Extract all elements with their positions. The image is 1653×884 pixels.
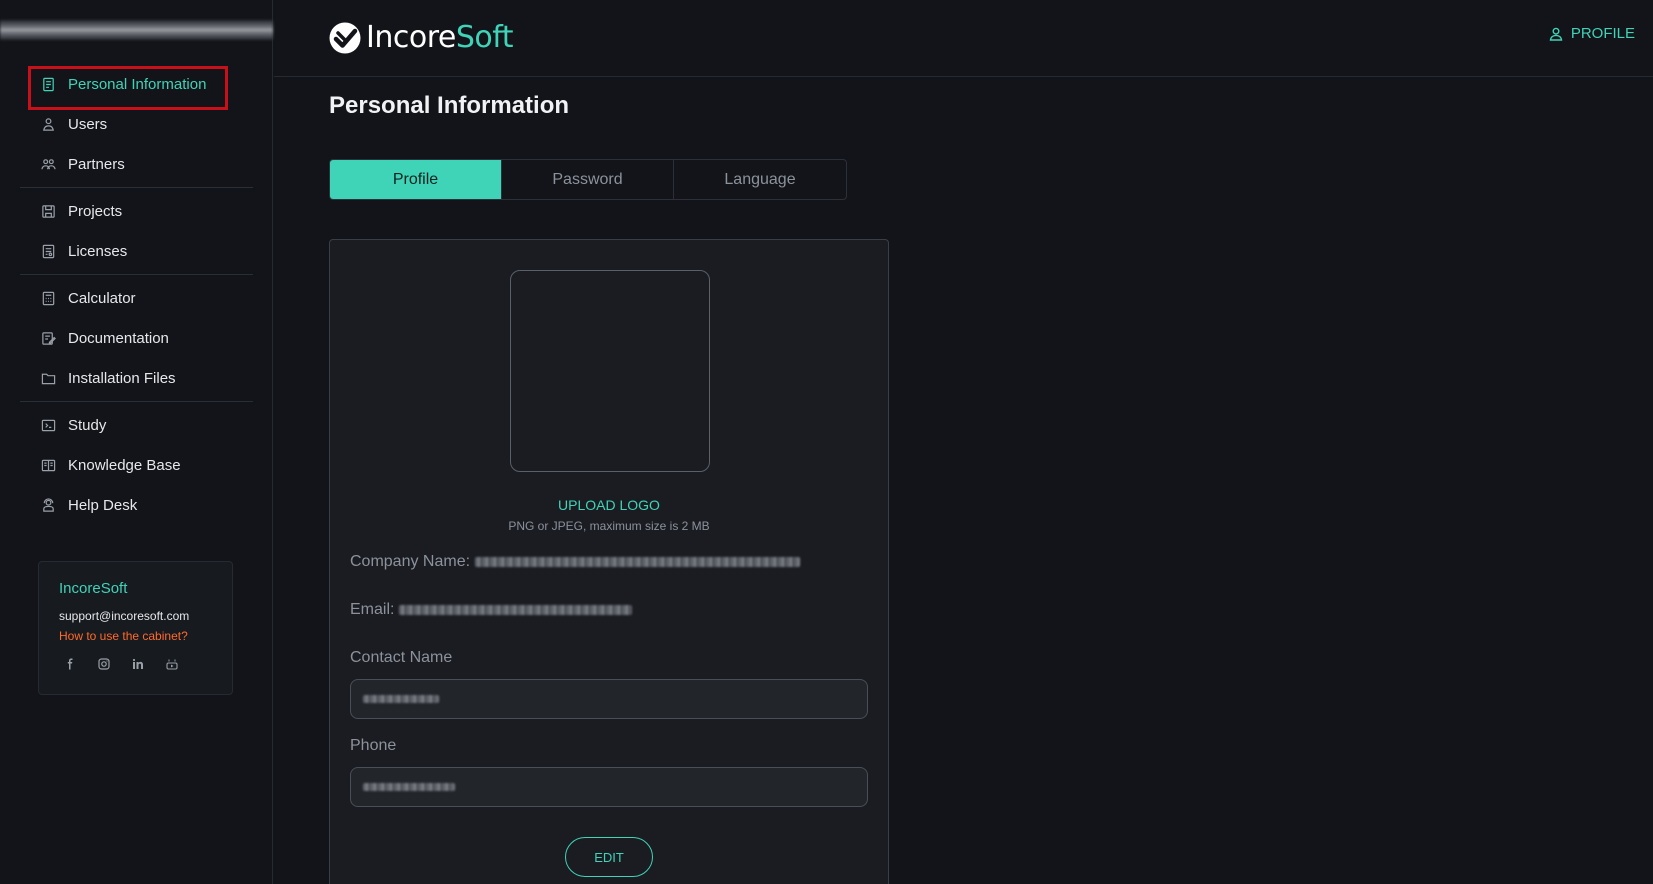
company-name-label: Company Name: <box>350 553 471 570</box>
phone-input[interactable] <box>350 767 868 807</box>
sidebar-item-calculator[interactable]: Calculator <box>20 278 253 318</box>
user-icon <box>1549 27 1563 41</box>
page-title: Personal Information <box>329 92 570 119</box>
profile-card: UPLOAD LOGO PNG or JPEG, maximum size is… <box>329 239 889 884</box>
logo-text-incore: Incore <box>366 20 456 55</box>
logo-text: IncoreSoft <box>366 20 514 55</box>
sidebar-item-users[interactable]: Users <box>20 104 253 144</box>
sidebar-item-label: Partners <box>68 155 125 173</box>
sidebar-item-knowledge-base[interactable]: Knowledge Base <box>20 445 253 485</box>
profile-button[interactable]: PROFILE <box>1549 25 1635 42</box>
sidebar-item-label: Installation Files <box>68 369 176 387</box>
folder-icon <box>40 370 56 386</box>
contact-name-value-redacted <box>363 695 439 703</box>
partners-icon <box>40 156 56 172</box>
sidebar-item-label: Calculator <box>68 289 136 307</box>
sidebar-item-projects[interactable]: Projects <box>20 191 253 231</box>
tab-password[interactable]: Password <box>502 160 674 199</box>
company-name-value-redacted <box>475 557 801 567</box>
sidebar-item-personal-information[interactable]: Personal Information <box>20 64 253 110</box>
sidebar-item-label: Help Desk <box>68 496 138 514</box>
upload-logo-button[interactable]: UPLOAD LOGO <box>330 497 888 513</box>
sidebar-item-study[interactable]: Study <box>20 405 253 445</box>
email-row: Email: <box>350 601 633 619</box>
sidebar-nav: Personal Information Users Partners Project… <box>20 64 253 525</box>
study-icon <box>40 417 56 433</box>
sidebar-item-label: Users <box>68 115 108 133</box>
personal-info-icon <box>40 76 56 92</box>
sidebar-item-installation-files[interactable]: Installation Files <box>20 358 253 398</box>
licenses-icon <box>40 243 56 259</box>
contact-name-input[interactable] <box>350 679 868 719</box>
youtube-icon[interactable] <box>165 657 179 671</box>
sidebar-item-label: Documentation <box>68 329 169 347</box>
calculator-icon <box>40 290 56 306</box>
sidebar-divider <box>20 401 253 402</box>
projects-icon <box>40 203 56 219</box>
sidebar-item-documentation[interactable]: Documentation <box>20 318 253 358</box>
sidebar: Personal Information Users Partners Project… <box>0 0 273 884</box>
contact-card: IncoreSoft support@incoresoft.com How to… <box>38 561 233 695</box>
tab-profile[interactable]: Profile <box>330 160 502 199</box>
sidebar-item-licenses[interactable]: Licenses <box>20 231 253 271</box>
logo-mark-icon <box>329 22 361 53</box>
settings-tabs: Profile Password Language <box>329 159 847 200</box>
phone-label: Phone <box>350 737 397 754</box>
sidebar-item-label: Knowledge Base <box>68 456 181 474</box>
contact-name-label: Contact Name <box>350 649 453 666</box>
social-links <box>59 657 212 671</box>
upload-hint: PNG or JPEG, maximum size is 2 MB <box>508 519 710 533</box>
sidebar-item-label: Study <box>68 416 107 434</box>
help-cabinet-link[interactable]: How to use the cabinet? <box>59 629 212 643</box>
users-icon <box>40 116 56 132</box>
help-desk-icon <box>40 497 56 513</box>
sidebar-item-label: Projects <box>68 202 123 220</box>
profile-label: PROFILE <box>1570 25 1635 42</box>
email-value-redacted <box>399 605 633 615</box>
tab-language[interactable]: Language <box>674 160 846 199</box>
sidebar-divider <box>20 274 253 275</box>
sidebar-item-label: Licenses <box>68 242 128 260</box>
facebook-icon[interactable] <box>63 657 77 671</box>
instagram-icon[interactable] <box>97 657 111 671</box>
company-name-row: Company Name: <box>350 553 801 571</box>
knowledge-base-icon <box>40 457 56 473</box>
edit-button[interactable]: EDIT <box>565 837 653 877</box>
logo-text-soft: Soft <box>455 20 514 55</box>
incoresoft-logo[interactable]: IncoreSoft <box>328 20 514 55</box>
documentation-icon <box>40 330 56 346</box>
contact-card-title: IncoreSoft <box>59 580 128 597</box>
email-label: Email: <box>350 601 395 618</box>
linkedin-icon[interactable] <box>131 657 145 671</box>
sidebar-divider <box>20 187 253 188</box>
sidebar-item-help-desk[interactable]: Help Desk <box>20 485 253 525</box>
sidebar-top-bar <box>0 20 273 40</box>
support-email[interactable]: support@incoresoft.com <box>59 609 212 623</box>
sidebar-item-label: Personal Information <box>68 75 207 93</box>
logo-upload-area[interactable] <box>510 270 710 472</box>
sidebar-item-partners[interactable]: Partners <box>20 144 253 184</box>
top-header: IncoreSoft PROFILE <box>274 0 1653 77</box>
phone-value-redacted <box>363 783 455 791</box>
